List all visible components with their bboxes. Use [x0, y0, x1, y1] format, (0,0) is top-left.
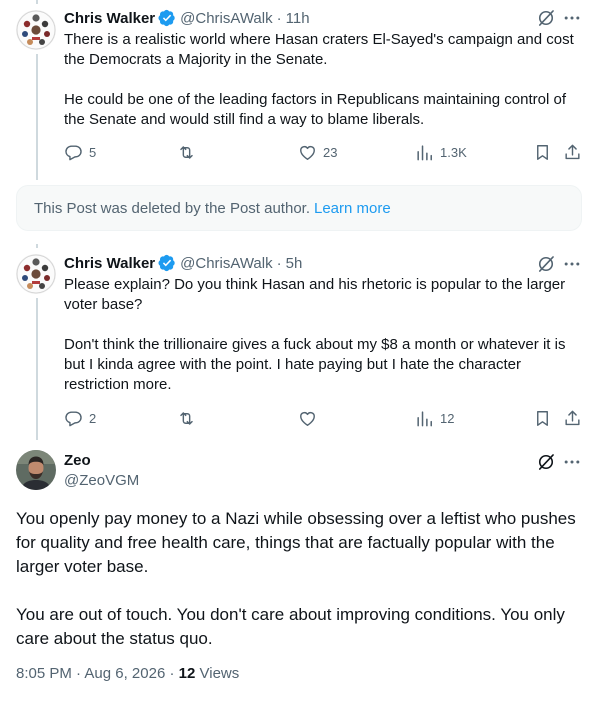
author-name[interactable]: Zeo [64, 452, 91, 469]
post-time[interactable]: 8:05 PM [16, 665, 72, 682]
post-date[interactable]: Aug 6, 2026 [84, 665, 165, 682]
grok-icon[interactable] [536, 452, 556, 472]
post-paragraph: You openly pay money to a Nazi while obs… [16, 509, 576, 576]
separator: · [169, 665, 175, 682]
avatar[interactable] [16, 450, 56, 490]
separator: · [76, 665, 82, 682]
post-text: You openly pay money to a Nazi while obs… [16, 507, 586, 651]
post-meta: 8:05 PM · Aug 6, 2026 · 12 Views [16, 665, 239, 682]
main-post: Zeo @ZeoVGM You openly pay money to a Na… [0, 0, 595, 703]
more-icon[interactable] [562, 452, 582, 472]
views-label: Views [199, 665, 240, 682]
post-paragraph: You are out of touch. You don't care abo… [16, 605, 565, 648]
author-handle[interactable]: @ZeoVGM [64, 472, 139, 489]
views-count: 12 [178, 665, 196, 682]
